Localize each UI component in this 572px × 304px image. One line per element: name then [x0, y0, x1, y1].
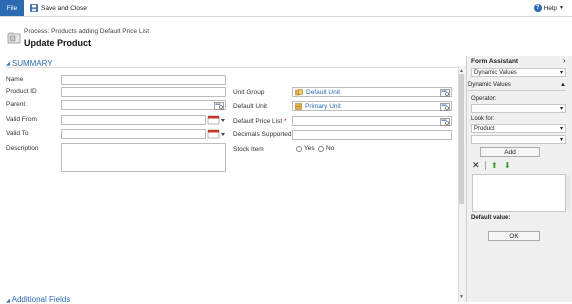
- scroll-down-icon[interactable]: ▼: [459, 294, 464, 300]
- stock-item-no-label: No: [326, 145, 335, 152]
- scrollbar-thumb[interactable]: [459, 74, 464, 204]
- help-button[interactable]: ? Help ▼: [533, 3, 564, 13]
- dynamic-values-section[interactable]: Dynamic Values ▲: [468, 81, 566, 90]
- parent-label: Parent: [6, 101, 26, 108]
- toolbar-separator: [485, 161, 486, 170]
- chevron-down-icon: ▾: [559, 137, 563, 143]
- look-for-label: Look for:: [471, 116, 495, 122]
- unit-group-label: Unit Group: [233, 89, 265, 96]
- move-down-icon[interactable]: ⬇: [504, 161, 511, 170]
- lookup-icon[interactable]: [440, 103, 450, 111]
- unit-group-value[interactable]: Default Unit: [306, 89, 340, 96]
- additional-fields-label: Additional Fields: [11, 295, 71, 304]
- valid-to-label: Valid To: [6, 130, 29, 137]
- chevron-down-icon: ▾: [559, 106, 563, 112]
- add-button[interactable]: Add: [480, 147, 540, 157]
- section-divider: [6, 67, 458, 68]
- scroll-up-icon[interactable]: ▲: [459, 68, 464, 74]
- unit-group-lookup[interactable]: Default Unit: [292, 87, 452, 97]
- default-unit-lookup[interactable]: Primary Unit: [292, 101, 452, 111]
- file-tab[interactable]: File: [0, 0, 24, 16]
- stock-item-no-radio[interactable]: [318, 146, 324, 152]
- decimals-supported-input[interactable]: [292, 130, 452, 140]
- page-title: Update Product: [24, 38, 92, 48]
- process-label: Process: Products adding Default Price L…: [24, 28, 150, 35]
- chevron-down-icon: ▼: [559, 5, 564, 11]
- chevron-down-icon: ▾: [559, 126, 563, 132]
- stock-item-yes-radio[interactable]: [296, 146, 302, 152]
- dynamic-values-label: Dynamic Values: [468, 82, 511, 88]
- save-and-close-label: Save and Close: [41, 4, 87, 12]
- valid-to-input[interactable]: [61, 129, 206, 139]
- default-unit-value[interactable]: Primary Unit: [305, 103, 341, 110]
- look-for-attribute-select[interactable]: ▾: [471, 135, 566, 144]
- chevron-right-icon[interactable]: ›: [563, 56, 566, 65]
- default-price-list-text: Default Price List: [233, 118, 283, 125]
- dynamic-values-list[interactable]: [472, 174, 566, 212]
- stock-item-yes-label: Yes: [304, 145, 315, 152]
- help-icon: ?: [533, 4, 542, 12]
- look-for-select[interactable]: Product ▾: [471, 124, 566, 133]
- description-textarea[interactable]: [61, 143, 226, 172]
- unit-group-icon: [295, 88, 303, 95]
- product-id-input[interactable]: [61, 87, 226, 97]
- name-input[interactable]: [61, 75, 226, 85]
- default-value-label: Default value:: [471, 215, 511, 221]
- lookup-icon[interactable]: [440, 89, 450, 97]
- help-label: Help: [543, 4, 558, 12]
- form-assistant-dropdown[interactable]: Dynamic Values ▾: [471, 68, 566, 77]
- valid-to-calendar-icon[interactable]: [207, 129, 226, 139]
- look-for-value: Product: [474, 126, 495, 132]
- default-unit-label: Default Unit: [233, 103, 267, 110]
- valid-from-input[interactable]: [61, 115, 206, 125]
- save-and-close-button[interactable]: Save and Close: [30, 3, 87, 13]
- chevron-down-icon: ▾: [559, 70, 563, 76]
- stock-item-label: Stock Item: [233, 146, 264, 153]
- delete-x-icon[interactable]: ✕: [472, 161, 480, 170]
- valid-from-calendar-icon[interactable]: [207, 115, 226, 125]
- valid-from-label: Valid From: [6, 116, 37, 123]
- product-id-label: Product ID: [6, 88, 37, 95]
- parent-lookup[interactable]: [61, 100, 226, 110]
- ok-button[interactable]: OK: [488, 231, 540, 241]
- operator-select[interactable]: ▾: [471, 104, 566, 113]
- collapse-triangle-icon: ◢: [6, 60, 10, 67]
- unit-icon: [295, 102, 302, 110]
- operator-label: Operator:: [471, 96, 497, 102]
- name-label: Name: [6, 76, 24, 83]
- product-entity-icon: [7, 32, 21, 44]
- collapse-triangle-icon: ◢: [6, 298, 10, 304]
- panel-divider: [468, 90, 566, 91]
- values-list-scrollbar[interactable]: [566, 175, 571, 211]
- save-disk-icon: [30, 4, 38, 12]
- move-up-icon[interactable]: ⬆: [491, 161, 498, 170]
- form-assistant-dropdown-value: Dynamic Values: [474, 70, 517, 76]
- collapse-up-icon: ▲: [560, 82, 566, 88]
- default-price-list-label: Default Price List *: [233, 118, 286, 125]
- additional-fields-section-header[interactable]: ◢ Additional Fields: [6, 295, 70, 304]
- lookup-icon[interactable]: [440, 118, 450, 126]
- decimals-supported-label: Decimals Supported: [233, 131, 292, 138]
- default-price-list-lookup[interactable]: [292, 116, 452, 126]
- required-asterisk: *: [283, 118, 287, 125]
- lookup-icon[interactable]: [214, 102, 224, 110]
- description-label: Description: [6, 145, 39, 152]
- form-assistant-title: Form Assistant: [471, 58, 519, 65]
